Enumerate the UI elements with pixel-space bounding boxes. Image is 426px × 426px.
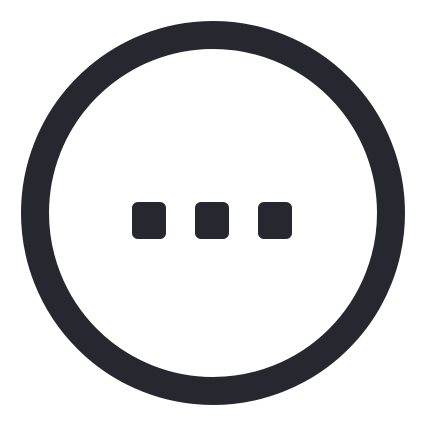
dot-right [258,202,292,239]
more-options-button[interactable] [18,18,408,408]
more-options-icon [21,21,405,405]
dot-middle [195,202,229,239]
dot-left [132,202,166,239]
icon-canvas [0,0,426,426]
